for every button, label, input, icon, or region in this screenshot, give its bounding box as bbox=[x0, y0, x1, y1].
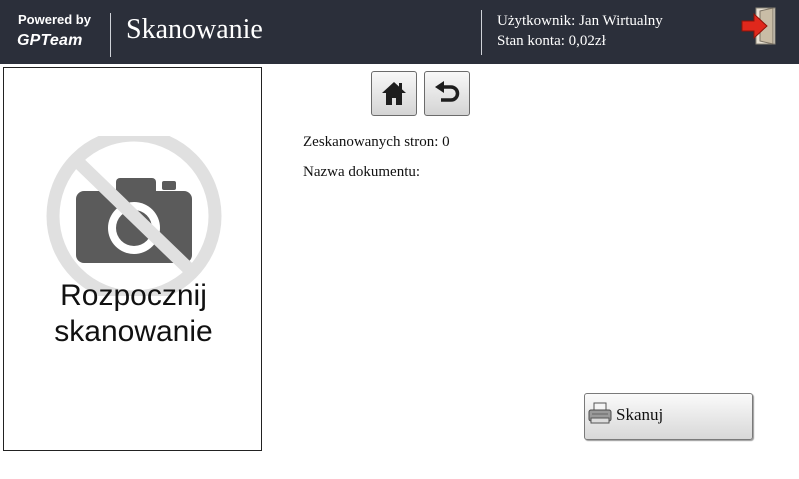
page-title: Skanowanie bbox=[126, 14, 263, 45]
user-name: Użytkownik: Jan Wirtualny bbox=[497, 13, 663, 29]
scan-button[interactable]: Skanuj bbox=[584, 393, 753, 440]
account-balance: Stan konta: 0,02zł bbox=[497, 33, 606, 49]
scan-button-label: Skanuj bbox=[616, 405, 664, 424]
printer-icon bbox=[588, 402, 612, 424]
start-label-line1: Rozpocznij bbox=[60, 279, 207, 312]
scanned-pages-count: Zeskanowanych stron: 0 bbox=[303, 134, 450, 150]
exit-door-icon bbox=[741, 7, 776, 45]
home-button[interactable] bbox=[371, 71, 417, 116]
start-scanning-label: Rozpocznij skanowanie bbox=[4, 278, 263, 350]
back-button[interactable] bbox=[424, 71, 470, 116]
brand-logo: Powered by GPTeam bbox=[16, 10, 102, 54]
back-arrow-icon bbox=[435, 81, 460, 102]
powered-by-text: Powered by bbox=[18, 12, 91, 27]
top-bar: Powered by GPTeam Skanowanie Użytkownik:… bbox=[0, 0, 799, 64]
start-label-line2: skanowanie bbox=[54, 315, 213, 348]
home-icon bbox=[382, 82, 406, 105]
header-divider bbox=[110, 13, 111, 57]
gpteam-logo: GPTeam bbox=[17, 32, 83, 49]
exit-button[interactable] bbox=[740, 5, 780, 47]
scan-preview-panel[interactable]: Rozpocznij skanowanie bbox=[3, 67, 262, 451]
user-info: Użytkownik: Jan Wirtualny Stan konta: 0,… bbox=[497, 11, 663, 51]
no-camera-icon bbox=[46, 136, 222, 296]
document-name-label: Nazwa dokumentu: bbox=[303, 164, 421, 180]
header-divider bbox=[481, 10, 482, 55]
